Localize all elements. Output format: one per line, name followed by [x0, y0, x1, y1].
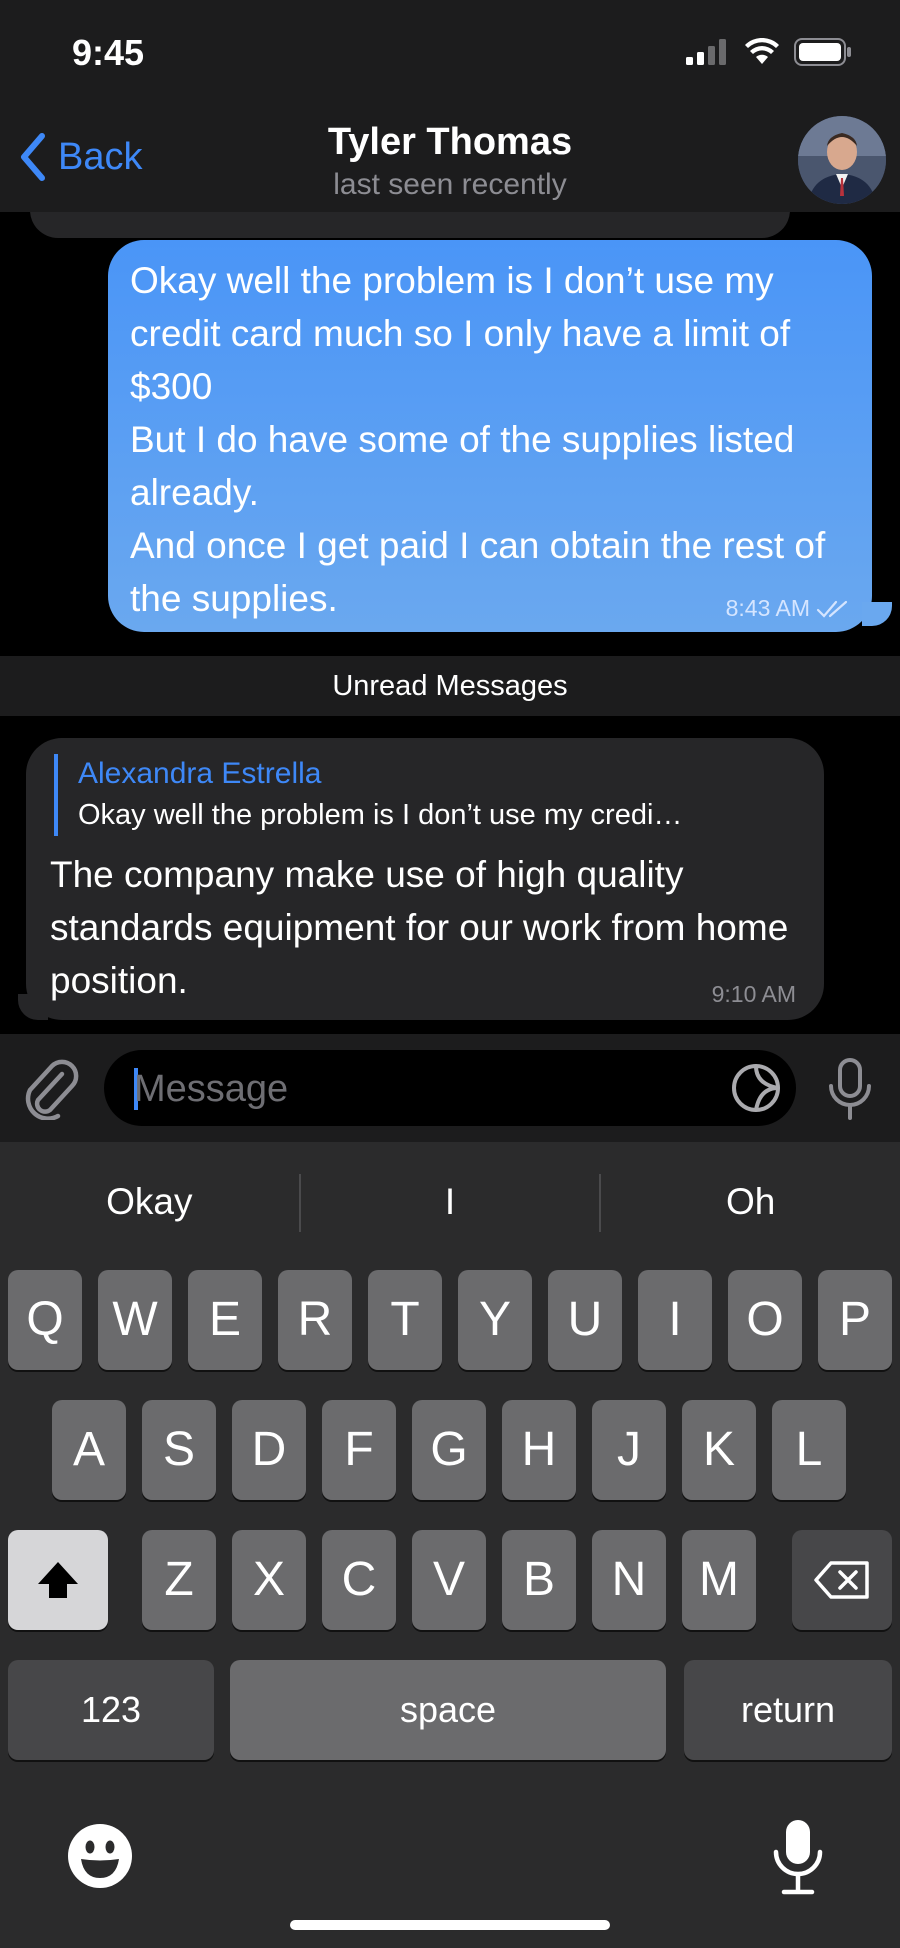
key-r[interactable]: R — [278, 1270, 352, 1370]
reply-quote[interactable]: Alexandra Estrella Okay well the problem… — [54, 754, 818, 836]
suggestion-1[interactable]: Okay — [0, 1142, 299, 1262]
key-row-3: Z X C V B N M — [0, 1530, 900, 1630]
sticker-button[interactable] — [730, 1062, 782, 1119]
key-y[interactable]: Y — [458, 1270, 532, 1370]
key-l[interactable]: L — [772, 1400, 846, 1500]
previous-message-bubble — [30, 212, 790, 238]
key-g[interactable]: G — [412, 1400, 486, 1500]
key-b[interactable]: B — [502, 1530, 576, 1630]
key-f[interactable]: F — [322, 1400, 396, 1500]
key-p[interactable]: P — [818, 1270, 892, 1370]
microphone-icon — [773, 1820, 823, 1895]
return-key[interactable]: return — [684, 1660, 892, 1760]
key-v[interactable]: V — [412, 1530, 486, 1630]
key-o[interactable]: O — [728, 1270, 802, 1370]
wifi-icon — [745, 38, 779, 64]
key-j[interactable]: J — [592, 1400, 666, 1500]
outgoing-message-text: Okay well the problem is I don’t use my … — [130, 260, 826, 619]
reply-author: Alexandra Estrella — [78, 757, 322, 790]
microphone-icon — [829, 1058, 871, 1120]
key-c[interactable]: C — [322, 1530, 396, 1630]
key-d[interactable]: D — [232, 1400, 306, 1500]
key-t[interactable]: T — [368, 1270, 442, 1370]
unread-messages-divider: Unread Messages — [0, 656, 900, 716]
key-w[interactable]: W — [98, 1270, 172, 1370]
emoji-button[interactable] — [66, 1822, 134, 1895]
key-x[interactable]: X — [232, 1530, 306, 1630]
contact-status: last seen recently — [333, 168, 567, 201]
space-key[interactable]: space — [230, 1660, 666, 1760]
message-input[interactable] — [132, 1050, 716, 1128]
dictation-button[interactable] — [772, 1818, 824, 1901]
keyboard: Okay I Oh Q W E R T Y U I O P A S D F G … — [0, 1142, 900, 1948]
key-row-2: A S D F G H J K L — [0, 1400, 900, 1500]
incoming-message-bubble[interactable]: Alexandra Estrella Okay well the problem… — [26, 738, 824, 1020]
suggestion-3[interactable]: Oh — [601, 1142, 900, 1262]
key-s[interactable]: S — [142, 1400, 216, 1500]
chat-header: Back Tyler Thomas last seen recently — [0, 112, 900, 213]
shift-arrow-icon — [38, 1562, 78, 1598]
backspace-icon — [814, 1561, 869, 1599]
voice-message-button[interactable] — [828, 1058, 872, 1127]
home-indicator — [290, 1920, 610, 1930]
key-z[interactable]: Z — [142, 1530, 216, 1630]
incoming-message-text: The company make use of high quality sta… — [50, 854, 789, 1001]
predictive-bar: Okay I Oh — [0, 1142, 900, 1262]
paperclip-icon — [25, 1059, 79, 1121]
profile-photo — [798, 116, 886, 204]
key-i[interactable]: I — [638, 1270, 712, 1370]
message-field[interactable] — [104, 1050, 796, 1128]
key-a[interactable]: A — [52, 1400, 126, 1500]
emoji-icon — [68, 1824, 132, 1888]
sticker-icon — [732, 1064, 780, 1112]
contact-info[interactable]: Tyler Thomas last seen recently — [0, 118, 900, 204]
key-m[interactable]: M — [682, 1530, 756, 1630]
key-n[interactable]: N — [592, 1530, 666, 1630]
message-list[interactable]: Okay well the problem is I don’t use my … — [0, 212, 900, 1034]
outgoing-message-bubble[interactable]: Okay well the problem is I don’t use my … — [108, 240, 872, 632]
key-q[interactable]: Q — [8, 1270, 82, 1370]
numbers-key[interactable]: 123 — [8, 1660, 214, 1760]
composer — [0, 1034, 900, 1142]
outgoing-message-meta: 8:43 AM — [726, 595, 850, 622]
key-e[interactable]: E — [188, 1270, 262, 1370]
status-icons — [686, 38, 852, 66]
contact-name: Tyler Thomas — [327, 121, 573, 163]
outgoing-bubble-tail — [862, 602, 892, 626]
shift-key[interactable] — [8, 1530, 108, 1630]
key-row-4: 123 space return — [0, 1660, 900, 1760]
incoming-message-time: 9:10 AM — [711, 981, 796, 1007]
backspace-key[interactable] — [792, 1530, 892, 1630]
key-h[interactable]: H — [502, 1400, 576, 1500]
attach-button[interactable] — [22, 1056, 80, 1125]
cellular-signal-icon — [686, 39, 726, 65]
incoming-bubble-tail — [18, 994, 48, 1020]
status-bar: 9:45 — [0, 0, 900, 112]
key-k[interactable]: K — [682, 1400, 756, 1500]
key-u[interactable]: U — [548, 1270, 622, 1370]
battery-icon — [794, 38, 851, 66]
double-check-icon — [816, 600, 848, 618]
suggestion-2[interactable]: I — [301, 1142, 600, 1262]
avatar[interactable] — [798, 116, 886, 204]
outgoing-message-time: 8:43 AM — [725, 595, 810, 621]
reply-snippet: Okay well the problem is I don’t use my … — [78, 799, 683, 831]
status-time: 9:45 — [72, 32, 145, 73]
key-row-1: Q W E R T Y U I O P — [0, 1270, 900, 1370]
